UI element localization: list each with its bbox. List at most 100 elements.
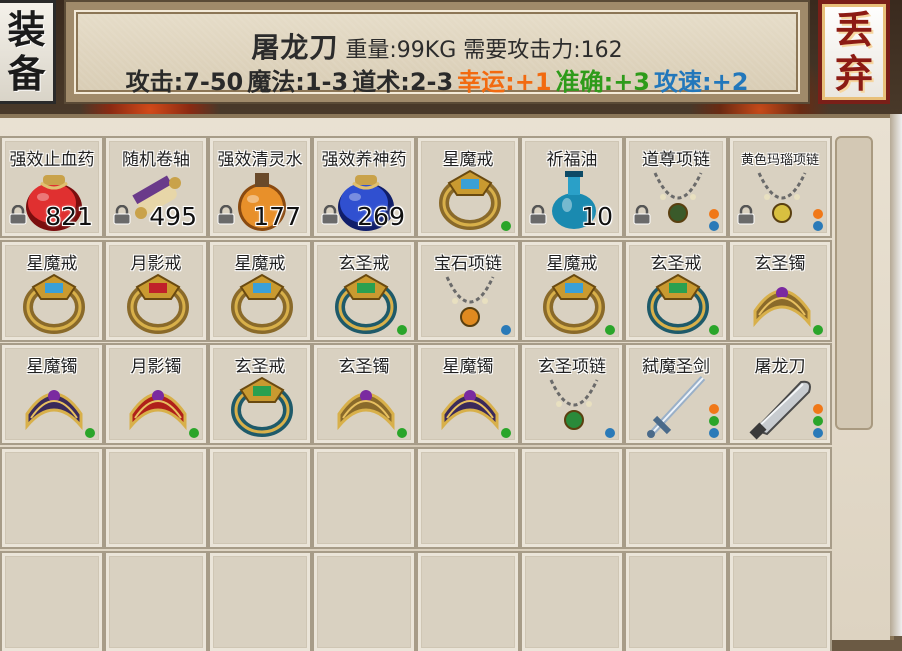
inventory-slot[interactable]: 屠龙刀 [728, 343, 832, 445]
stat-2: 道术:2-3 [352, 68, 454, 96]
lock-icon [321, 205, 339, 225]
agate-necklace-icon [757, 172, 807, 223]
empty-inventory-slot[interactable] [520, 447, 624, 549]
green-attribute-dot [709, 416, 719, 426]
empty-inventory-slot[interactable] [104, 447, 208, 549]
empty-inventory-slot[interactable] [624, 551, 728, 651]
inventory-slot[interactable]: 玄圣镯 [728, 240, 832, 342]
inventory-slot[interactable]: 祈福油 10 [520, 136, 624, 238]
stat-5: 攻速:+2 [654, 68, 749, 96]
empty-inventory-slot[interactable] [520, 551, 624, 651]
equip-button-char-1: 装 [7, 7, 46, 52]
item-label: 星魔戒 [26, 254, 78, 274]
discard-button-char-1: 丢 [834, 7, 873, 52]
star-demon-bracelet-icon [441, 390, 499, 431]
item-quantity: 177 [253, 202, 301, 231]
inventory-grid: 强效止血药 821 随机卷轴 495 强效清灵水 177 强效养神药 269 星魔戒 祈福油 10 道… [0, 114, 894, 651]
inventory-slot[interactable]: 黄色玛瑙项链 [728, 136, 832, 238]
empty-inventory-slot[interactable] [416, 447, 520, 549]
xuansheng-ring-icon [335, 273, 397, 334]
item-label: 玄圣镯 [754, 254, 806, 274]
attribute-dots [189, 428, 199, 438]
item-label: 强效养神药 [321, 150, 407, 170]
item-label: 玄圣戒 [338, 254, 390, 274]
stat-0: 攻击:7-50 [125, 68, 244, 96]
empty-inventory-slot[interactable] [416, 551, 520, 651]
inventory-slot[interactable]: 星魔戒 [416, 136, 520, 238]
empty-inventory-slot[interactable] [728, 551, 832, 651]
inventory-slot[interactable]: 宝石项链 [416, 240, 520, 342]
item-info-panel: 屠龙刀 重量:99KG 需要攻击力:162 攻击:7-50 魔法:1-3 道术:2-… [64, 0, 810, 104]
attribute-dots [397, 325, 407, 335]
equip-button[interactable]: 装 备 [0, 0, 56, 104]
xuansheng-ring-icon [647, 273, 709, 334]
lock-icon [529, 205, 547, 225]
empty-inventory-slot[interactable] [208, 551, 312, 651]
star-demon-ring-icon [543, 273, 605, 334]
inventory-slot[interactable]: 道尊项链 [624, 136, 728, 238]
empty-inventory-slot[interactable] [104, 551, 208, 651]
lock-icon [737, 205, 755, 225]
empty-inventory-slot[interactable] [312, 551, 416, 651]
item-label: 屠龙刀 [754, 357, 806, 377]
empty-inventory-slot[interactable] [728, 447, 832, 549]
inventory-slot[interactable]: 月影戒 [104, 240, 208, 342]
attribute-dots [813, 404, 823, 438]
star-demon-ring-icon [231, 273, 293, 334]
item-label: 星魔戒 [234, 254, 286, 274]
green-attribute-dot [813, 325, 823, 335]
item-label: 强效止血药 [9, 150, 95, 170]
inventory-slot[interactable]: 玄圣戒 [208, 343, 312, 445]
dragon-slayer-blade-icon [749, 380, 811, 440]
moon-shadow-bracelet-icon [129, 390, 187, 431]
inventory-slot[interactable]: 强效养神药 269 [312, 136, 416, 238]
empty-inventory-slot[interactable] [0, 551, 104, 651]
item-requirement: 需要攻击力:162 [463, 38, 623, 63]
green-attribute-dot [605, 325, 615, 335]
star-demon-ring-icon [439, 169, 501, 230]
blue-attribute-dot [709, 221, 719, 231]
inventory-slot[interactable]: 弑魔圣剑 [624, 343, 728, 445]
inventory-slot[interactable]: 星魔镯 [416, 343, 520, 445]
inventory-slot[interactable]: 星魔镯 [0, 343, 104, 445]
item-label: 玄圣镯 [338, 357, 390, 377]
blue-attribute-dot [813, 221, 823, 231]
empty-inventory-slot[interactable] [624, 447, 728, 549]
orange-attribute-dot [709, 404, 719, 414]
lock-icon [633, 205, 651, 225]
green-attribute-dot [397, 428, 407, 438]
empty-inventory-slot[interactable] [0, 447, 104, 549]
attribute-dots [501, 325, 511, 335]
inventory-slot[interactable]: 星魔戒 [0, 240, 104, 342]
dao-necklace-icon [653, 172, 703, 223]
inventory-slot[interactable]: 随机卷轴 495 [104, 136, 208, 238]
empty-inventory-slot[interactable] [208, 447, 312, 549]
inventory-slot[interactable]: 强效止血药 821 [0, 136, 104, 238]
inventory-slot[interactable]: 强效清灵水 177 [208, 136, 312, 238]
green-attribute-dot [85, 428, 95, 438]
empty-inventory-slot[interactable] [312, 447, 416, 549]
inventory-slot[interactable]: 玄圣镯 [312, 343, 416, 445]
gem-necklace-icon [445, 276, 495, 327]
discard-button-char-2: 弃 [834, 51, 873, 96]
inventory-slot[interactable]: 月影镯 [104, 343, 208, 445]
blue-attribute-dot [605, 428, 615, 438]
item-quantity: 10 [581, 202, 613, 231]
attribute-dots [501, 428, 511, 438]
inventory-slot[interactable]: 星魔戒 [520, 240, 624, 342]
inventory-slot[interactable]: 玄圣戒 [312, 240, 416, 342]
item-label: 黄色玛瑙项链 [740, 153, 819, 168]
attribute-dots [397, 428, 407, 438]
inventory-slot[interactable]: 玄圣项链 [520, 343, 624, 445]
inventory-slot[interactable]: 玄圣戒 [624, 240, 728, 342]
star-demon-ring-icon [23, 273, 85, 334]
inventory-scrollbar[interactable] [835, 136, 873, 430]
attribute-dots [85, 428, 95, 438]
green-attribute-dot [501, 221, 511, 231]
xuansheng-bracelet-icon [753, 287, 811, 328]
discard-button[interactable]: 丢 弃 [818, 0, 890, 104]
item-label: 玄圣戒 [650, 254, 702, 274]
inventory-slot[interactable]: 星魔戒 [208, 240, 312, 342]
item-label: 月影镯 [130, 357, 182, 377]
stat-4: 准确:+3 [555, 68, 650, 96]
